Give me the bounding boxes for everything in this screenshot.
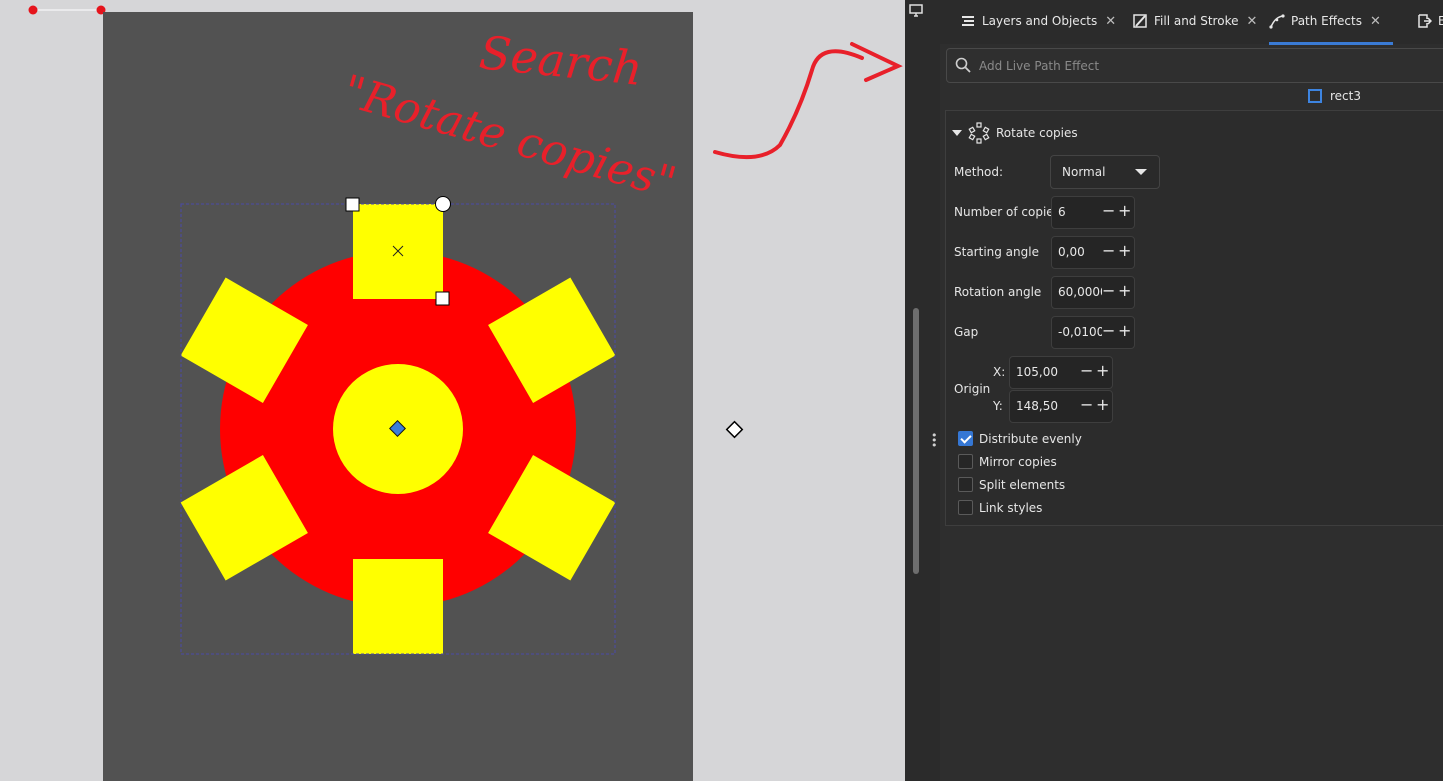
- search-icon: [955, 57, 971, 73]
- increment-button[interactable]: +: [1118, 322, 1131, 340]
- rotation-angle-value[interactable]: 60,0000: [1058, 285, 1102, 299]
- gap-label: Gap: [954, 325, 979, 339]
- gap-value[interactable]: -0,01000: [1058, 325, 1102, 339]
- close-icon[interactable]: ✕: [1246, 14, 1257, 29]
- start-angle-spinbox[interactable]: 0,00 − +: [1051, 236, 1135, 269]
- rect3-copy: [353, 559, 443, 654]
- expander-icon[interactable]: [952, 130, 962, 136]
- method-dropdown[interactable]: Normal: [1050, 155, 1160, 189]
- copies-value[interactable]: 6: [1058, 205, 1102, 219]
- tab-path-effects[interactable]: Path Effects ✕: [1269, 0, 1393, 45]
- increment-button[interactable]: +: [1118, 242, 1131, 260]
- effect-title: Rotate copies: [996, 126, 1078, 140]
- copies-label: Number of copies: [954, 205, 1060, 219]
- checkbox-label: Distribute evenly: [979, 431, 1082, 446]
- canvas-area[interactable]: Search "Rotate copies": [0, 0, 905, 781]
- origin-y-label: Y:: [993, 399, 1003, 413]
- distribute-evenly-checkbox[interactable]: Distribute evenly: [958, 431, 1082, 446]
- checkbox-unchecked[interactable]: [958, 477, 973, 492]
- start-angle-label: Starting angle: [954, 245, 1039, 259]
- rect-icon: [1308, 89, 1322, 103]
- link-styles-checkbox[interactable]: Link styles: [958, 500, 1042, 515]
- checkbox-label: Mirror copies: [979, 454, 1057, 469]
- increment-button[interactable]: +: [1118, 282, 1131, 300]
- rotate-handle: [435, 196, 451, 212]
- canvas-scrollbar[interactable]: [905, 0, 927, 781]
- checkbox-unchecked[interactable]: [958, 500, 973, 515]
- panel-resize-gutter[interactable]: • • •: [927, 0, 940, 781]
- increment-button[interactable]: +: [1096, 362, 1109, 380]
- tab-layers-objects[interactable]: Layers and Objects ✕: [960, 0, 1116, 42]
- fill-stroke-icon: [1133, 14, 1147, 28]
- tab-fill-stroke[interactable]: Fill and Stroke ✕: [1132, 0, 1257, 42]
- origin-label: Origin: [954, 382, 991, 396]
- corner-handle: [345, 197, 360, 212]
- checkbox-checked[interactable]: [958, 431, 973, 446]
- tab-export[interactable]: E: [1416, 0, 1443, 42]
- lpe-search-box[interactable]: [946, 48, 1443, 83]
- corner-handle: [435, 291, 450, 306]
- effect-panel: Rotate copies Method: Normal Number of c…: [945, 110, 1443, 526]
- origin-y-spinbox[interactable]: 148,50 − +: [1009, 390, 1113, 423]
- tab-label: Path Effects: [1291, 14, 1362, 28]
- layers-icon: [962, 16, 974, 26]
- tab-bar: Layers and Objects ✕ Fill and Stroke ✕ P…: [940, 0, 1443, 45]
- increment-button[interactable]: +: [1096, 396, 1109, 414]
- selected-object: rect3: [1308, 89, 1361, 103]
- checkbox-label: Split elements: [979, 477, 1066, 492]
- decrement-button[interactable]: −: [1102, 322, 1115, 340]
- chevron-down-icon: [1135, 169, 1147, 175]
- checkbox-unchecked[interactable]: [958, 454, 973, 469]
- object-name: rect3: [1330, 89, 1361, 103]
- annotation-scribble: [713, 42, 903, 160]
- export-icon: [1418, 14, 1432, 28]
- origin-y-value[interactable]: 148,50: [1016, 399, 1060, 413]
- node-handle: [725, 420, 744, 439]
- decrement-button[interactable]: −: [1102, 282, 1115, 300]
- increment-button[interactable]: +: [1118, 202, 1131, 220]
- tab-label: Fill and Stroke: [1154, 14, 1239, 28]
- decrement-button[interactable]: −: [1080, 362, 1093, 380]
- rotation-angle-label: Rotation angle: [954, 285, 1042, 299]
- method-value: Normal: [1062, 165, 1106, 179]
- scrollbar-thumb[interactable]: [913, 308, 919, 574]
- decrement-button[interactable]: −: [1080, 396, 1093, 414]
- mirror-copies-checkbox[interactable]: Mirror copies: [958, 454, 1057, 469]
- monitor-icon[interactable]: [909, 4, 923, 18]
- close-icon[interactable]: ✕: [1105, 14, 1116, 29]
- gap-spinbox[interactable]: -0,01000 − +: [1051, 316, 1135, 349]
- start-angle-value[interactable]: 0,00: [1058, 245, 1102, 259]
- split-elements-checkbox[interactable]: Split elements: [958, 477, 1065, 492]
- rotate-copies-icon: [968, 122, 990, 144]
- search-input[interactable]: [977, 55, 1381, 77]
- tab-label: E: [1438, 14, 1443, 28]
- origin-x-label: X:: [993, 365, 1006, 379]
- drawing[interactable]: Search "Rotate copies": [0, 0, 905, 781]
- origin-x-value[interactable]: 105,00: [1016, 365, 1060, 379]
- dock-panel: Layers and Objects ✕ Fill and Stroke ✕ P…: [940, 0, 1443, 781]
- checkbox-label: Link styles: [979, 500, 1043, 515]
- decrement-button[interactable]: −: [1102, 242, 1115, 260]
- method-label: Method:: [954, 165, 1004, 179]
- path-effects-icon: [1269, 14, 1285, 29]
- copies-spinbox[interactable]: 6 − +: [1051, 196, 1135, 229]
- effect-header[interactable]: Rotate copies: [952, 122, 1078, 144]
- tab-label: Layers and Objects: [982, 14, 1098, 28]
- rotation-angle-spinbox[interactable]: 60,0000 − +: [1051, 276, 1135, 309]
- origin-x-spinbox[interactable]: 105,00 − +: [1009, 356, 1113, 389]
- annotation-search: Search: [477, 25, 645, 96]
- decrement-button[interactable]: −: [1102, 202, 1115, 220]
- drag-handle-icon[interactable]: • • •: [931, 430, 938, 451]
- close-icon[interactable]: ✕: [1370, 14, 1381, 29]
